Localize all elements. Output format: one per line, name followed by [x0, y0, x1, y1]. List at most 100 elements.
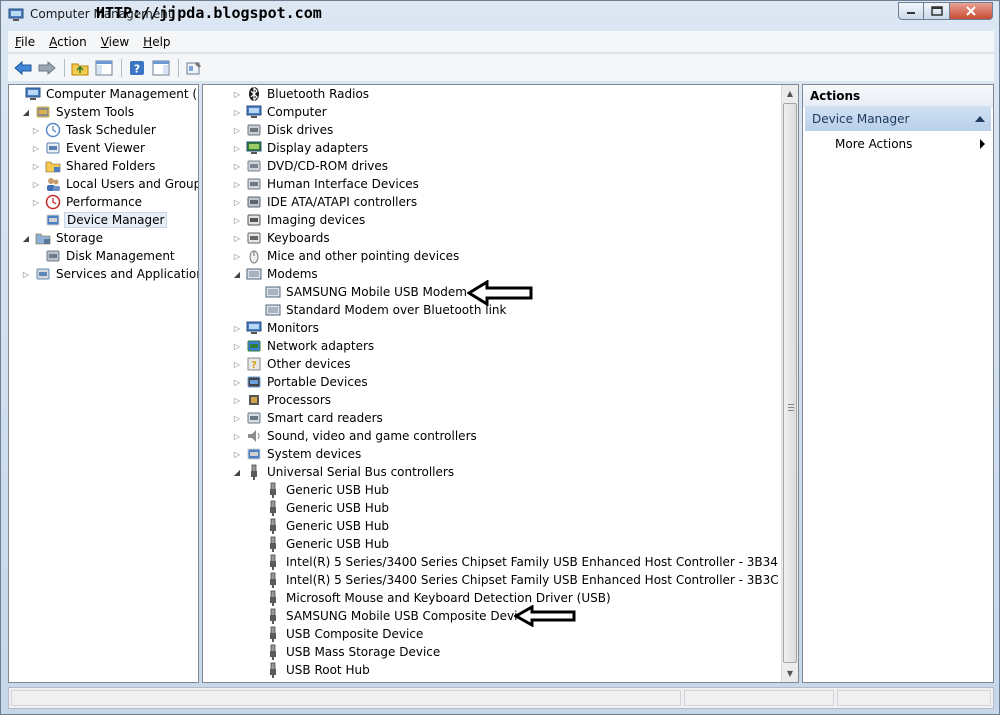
device-tree-item[interactable]: ▷ Keyboards: [232, 229, 332, 247]
device-tree-item[interactable]: ▷ DVD/CD-ROM drives: [232, 157, 390, 175]
expand-triangle-icon[interactable]: ▷: [232, 319, 242, 337]
console-tree-item[interactable]: Device Manager: [31, 211, 168, 229]
console-tree-item[interactable]: ▷ Shared Folders: [31, 157, 157, 175]
expand-triangle-icon[interactable]: ▷: [232, 373, 242, 391]
expand-triangle-icon[interactable]: ▷: [232, 121, 242, 139]
collapse-triangle-icon[interactable]: ◢: [232, 265, 242, 283]
actions-section-device-manager[interactable]: Device Manager: [805, 107, 991, 131]
expand-triangle-icon[interactable]: ▷: [232, 157, 242, 175]
device-tree-item[interactable]: ▷ Network adapters: [232, 337, 376, 355]
show-hide-action-pane-button[interactable]: [150, 57, 172, 79]
expand-triangle-icon[interactable]: ▷: [232, 229, 242, 247]
device-tree-item[interactable]: ▷ Processors: [232, 391, 333, 409]
expand-triangle-icon[interactable]: ▷: [232, 85, 242, 103]
device-tree-item[interactable]: ▷ Sound, video and game controllers: [232, 427, 479, 445]
device-tree-item[interactable]: Intel(R) 5 Series/3400 Series Chipset Fa…: [251, 553, 780, 571]
device-tree-item[interactable]: Generic USB Hub: [251, 499, 391, 517]
console-tree-item[interactable]: Computer Management (Local: [11, 85, 198, 103]
device-tree-scrollbar[interactable]: ▲ ▼: [781, 85, 798, 682]
scroll-up-arrow-icon[interactable]: ▲: [782, 85, 798, 102]
console-tree-item-label: Local Users and Groups: [66, 177, 199, 191]
close-button[interactable]: [950, 2, 993, 20]
forward-button[interactable]: [36, 57, 58, 79]
up-one-level-button[interactable]: [69, 57, 91, 79]
device-tree-item[interactable]: ◢ Universal Serial Bus controllers: [232, 463, 456, 481]
menu-view[interactable]: View: [94, 35, 136, 49]
expand-triangle-icon[interactable]: ▷: [232, 391, 242, 409]
device-tree-item[interactable]: ▷ Bluetooth Radios: [232, 85, 371, 103]
expand-triangle-icon[interactable]: ▷: [31, 175, 41, 193]
expand-triangle-icon[interactable]: ▷: [232, 139, 242, 157]
expand-triangle-icon[interactable]: ▷: [232, 175, 242, 193]
device-tree-item[interactable]: ▷ Portable Devices: [232, 373, 370, 391]
device-tree-item[interactable]: Generic USB Hub: [251, 535, 391, 553]
device-tree-item[interactable]: Generic USB Hub: [251, 481, 391, 499]
device-tree-item[interactable]: ▷ Display adapters: [232, 139, 370, 157]
console-tree-pane[interactable]: Computer Management (Local ◢ System Tools ▷…: [8, 84, 199, 683]
collapse-triangle-icon[interactable]: ◢: [21, 103, 31, 121]
device-tree-item[interactable]: ▷ Smart card readers: [232, 409, 385, 427]
device-tree-pane[interactable]: ▲ ▼ ▷ Bluetooth Radios ▷ Computer ▷ Disk driv…: [202, 84, 799, 683]
collapse-triangle-icon[interactable]: ◢: [21, 229, 31, 247]
expand-triangle-icon[interactable]: ▷: [31, 121, 41, 139]
submenu-arrow-icon[interactable]: [980, 139, 985, 149]
device-tree-item[interactable]: ▷ Monitors: [232, 319, 321, 337]
expand-triangle-icon[interactable]: ▷: [232, 211, 242, 229]
device-tree-item[interactable]: USB Composite Device: [251, 625, 425, 643]
title-bar[interactable]: Computer Management HTTP://jjpda.blogspo…: [1, 1, 999, 29]
console-tree-item[interactable]: ▷ Performance: [31, 193, 144, 211]
expand-triangle-icon[interactable]: ▷: [232, 193, 242, 211]
device-tree-item[interactable]: USB Root Hub: [251, 661, 372, 679]
expand-triangle-icon[interactable]: ▷: [232, 427, 242, 445]
actions-header: Actions: [803, 85, 993, 107]
expand-triangle-icon[interactable]: ▷: [232, 445, 242, 463]
device-tree-item[interactable]: USB Mass Storage Device: [251, 643, 442, 661]
menu-bar: File Action View Help: [8, 31, 994, 52]
console-tree-item[interactable]: ◢ System Tools: [21, 103, 136, 121]
console-tree-item[interactable]: ▷ Local Users and Groups: [31, 175, 199, 193]
device-tree-item[interactable]: ▷ Imaging devices: [232, 211, 367, 229]
show-hide-console-tree-button[interactable]: [93, 57, 115, 79]
expand-triangle-icon[interactable]: ▷: [232, 103, 242, 121]
console-tree-item[interactable]: ▷ Event Viewer: [31, 139, 147, 157]
expand-triangle-icon[interactable]: ▷: [31, 157, 41, 175]
expand-triangle-icon[interactable]: ▷: [31, 193, 41, 211]
menu-help[interactable]: Help: [136, 35, 177, 49]
device-tree-item[interactable]: ▷ Mice and other pointing devices: [232, 247, 461, 265]
expand-triangle-icon[interactable]: ▷: [232, 409, 242, 427]
up-folder-icon: [71, 63, 89, 75]
menu-file[interactable]: File: [8, 35, 42, 49]
more-actions-link[interactable]: More Actions: [835, 137, 912, 151]
scrollbar-thumb[interactable]: [783, 103, 797, 663]
console-tree-item[interactable]: ◢ Storage: [21, 229, 105, 247]
expand-triangle-icon[interactable]: ▷: [21, 265, 31, 283]
device-tree-item[interactable]: ▷ Human Interface Devices: [232, 175, 421, 193]
device-tree-item[interactable]: SAMSUNG Mobile USB Composite Device: [251, 607, 533, 625]
expand-triangle-icon[interactable]: ▷: [232, 247, 242, 265]
console-tree-item[interactable]: ▷ Task Scheduler: [31, 121, 158, 139]
menu-action[interactable]: Action: [42, 35, 94, 49]
device-tree-item[interactable]: ▷ System devices: [232, 445, 363, 463]
device-tree-item[interactable]: ▷? Other devices: [232, 355, 353, 373]
device-tree-item[interactable]: ▷ Disk drives: [232, 121, 335, 139]
maximize-button[interactable]: [924, 2, 950, 20]
expand-triangle-icon[interactable]: ▷: [31, 139, 41, 157]
device-tree-item[interactable]: Generic USB Hub: [251, 517, 391, 535]
expand-triangle-icon[interactable]: ▷: [232, 337, 242, 355]
collapse-triangle-icon[interactable]: ◢: [232, 463, 242, 481]
properties-button[interactable]: [183, 57, 205, 79]
device-tree-item[interactable]: SAMSUNG Mobile USB Modem: [251, 283, 469, 301]
computer-icon: [246, 105, 262, 118]
help-button[interactable]: ?: [126, 57, 148, 79]
device-tree-item[interactable]: ▷ IDE ATA/ATAPI controllers: [232, 193, 419, 211]
console-tree-item[interactable]: Disk Management: [31, 247, 177, 265]
device-tree-item[interactable]: ▷ Computer: [232, 103, 329, 121]
device-tree-item[interactable]: Intel(R) 5 Series/3400 Series Chipset Fa…: [251, 571, 781, 589]
back-button[interactable]: [12, 57, 34, 79]
console-tree-item[interactable]: ▷ Services and Applications: [21, 265, 198, 283]
scroll-down-arrow-icon[interactable]: ▼: [782, 665, 798, 682]
device-tree-item[interactable]: ◢ Modems: [232, 265, 320, 283]
expand-triangle-icon[interactable]: ▷: [232, 355, 242, 373]
minimize-button[interactable]: [898, 2, 924, 20]
collapse-triangle-icon[interactable]: [975, 116, 985, 122]
